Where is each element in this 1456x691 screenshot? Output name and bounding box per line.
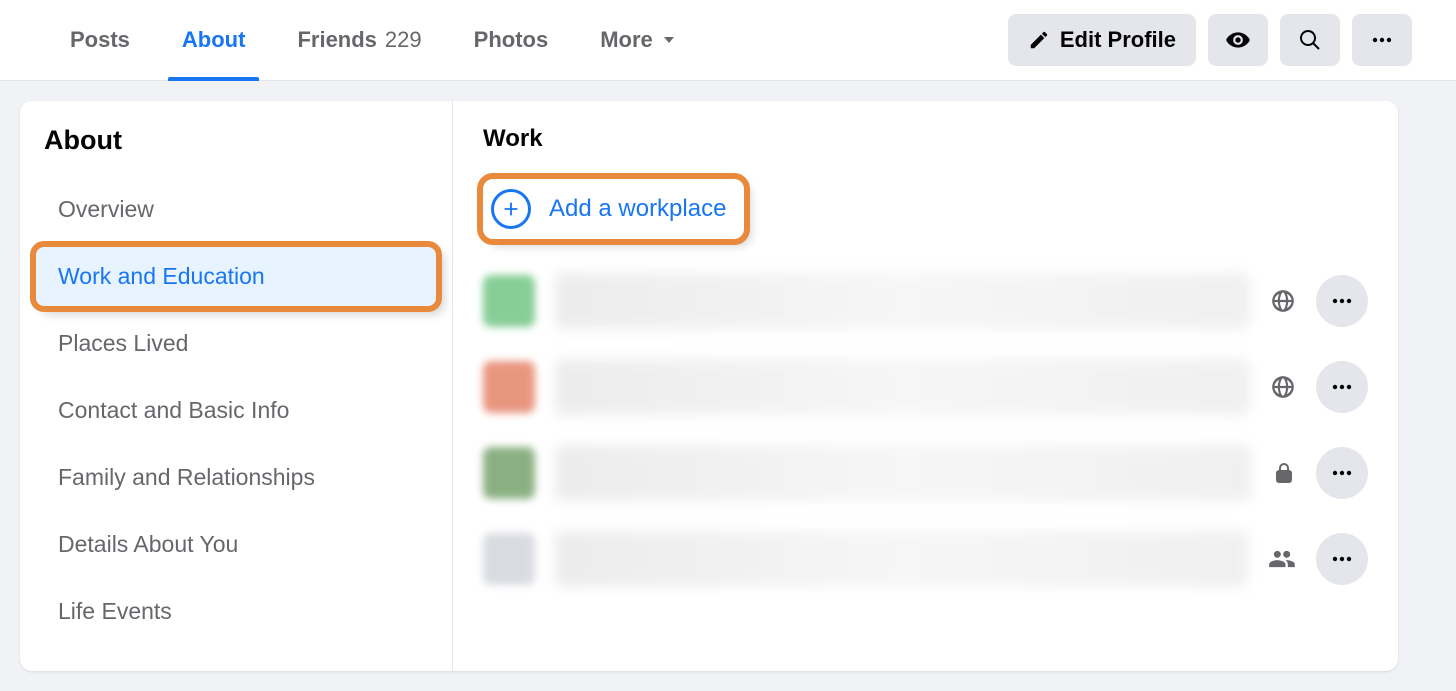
work-entry — [483, 531, 1368, 587]
entry-content-redacted — [555, 531, 1248, 587]
sidebar-item-overview[interactable]: Overview — [34, 178, 438, 241]
friends-privacy-icon[interactable] — [1268, 545, 1296, 573]
tab-photos-label: Photos — [474, 27, 549, 53]
public-privacy-icon[interactable] — [1270, 374, 1296, 400]
tab-more[interactable]: More — [574, 0, 703, 81]
edit-profile-button[interactable]: Edit Profile — [1008, 14, 1196, 66]
entry-avatar — [483, 447, 535, 499]
profile-tabbar: Posts About Friends 229 Photos More Edit… — [0, 0, 1456, 81]
entry-avatar — [483, 361, 535, 413]
entry-content-redacted — [555, 359, 1250, 415]
sidebar-item-contact-and-basic-info[interactable]: Contact and Basic Info — [34, 379, 438, 442]
search-button[interactable] — [1280, 14, 1340, 66]
tab-posts[interactable]: Posts — [44, 0, 156, 81]
dots-icon — [1370, 28, 1394, 52]
tab-photos[interactable]: Photos — [448, 0, 575, 81]
entry-options-button[interactable] — [1316, 361, 1368, 413]
about-card: About OverviewWork and EducationPlaces L… — [20, 101, 1398, 671]
entry-avatar — [483, 533, 535, 585]
work-entries — [483, 273, 1368, 587]
sidebar-item-places-lived[interactable]: Places Lived — [34, 312, 438, 375]
sidebar-item-life-events[interactable]: Life Events — [34, 580, 438, 643]
search-icon — [1298, 28, 1322, 52]
entry-avatar — [483, 275, 535, 327]
entry-content-redacted — [555, 273, 1250, 329]
public-privacy-icon[interactable] — [1270, 288, 1296, 314]
sidebar-item-family-and-relationships[interactable]: Family and Relationships — [34, 446, 438, 509]
work-entry — [483, 445, 1368, 501]
add-workplace-label: Add a workplace — [549, 195, 726, 223]
content-area: About OverviewWork and EducationPlaces L… — [0, 81, 1456, 691]
section-title: Work — [483, 125, 1368, 153]
tab-friends[interactable]: Friends 229 — [271, 0, 447, 81]
more-options-button[interactable] — [1352, 14, 1412, 66]
tab-friends-count: 229 — [385, 27, 422, 53]
edit-profile-label: Edit Profile — [1060, 27, 1176, 53]
sidebar-title: About — [20, 125, 452, 174]
tab-about-label: About — [182, 27, 246, 53]
tab-about[interactable]: About — [156, 0, 272, 81]
only-me-privacy-icon[interactable] — [1272, 461, 1296, 485]
tab-friends-label: Friends — [297, 27, 376, 53]
about-main: Work Add a workplace — [453, 101, 1398, 671]
sidebar-item-details-about-you[interactable]: Details About You — [34, 513, 438, 576]
tab-posts-label: Posts — [70, 27, 130, 53]
about-sidebar: About OverviewWork and EducationPlaces L… — [20, 101, 453, 671]
tabs-group: Posts About Friends 229 Photos More — [44, 0, 1008, 81]
plus-circle-icon — [491, 189, 531, 229]
pencil-icon — [1028, 29, 1050, 51]
entry-content-redacted — [555, 445, 1252, 501]
eye-icon — [1225, 27, 1251, 53]
entry-options-button[interactable] — [1316, 275, 1368, 327]
entry-options-button[interactable] — [1316, 533, 1368, 585]
work-entry — [483, 359, 1368, 415]
entry-options-button[interactable] — [1316, 447, 1368, 499]
caret-down-icon — [661, 32, 677, 48]
view-as-button[interactable] — [1208, 14, 1268, 66]
sidebar-item-work-and-education[interactable]: Work and Education — [34, 245, 438, 308]
add-workplace-button[interactable]: Add a workplace — [483, 179, 744, 239]
work-entry — [483, 273, 1368, 329]
tab-more-label: More — [600, 27, 653, 53]
actions-group: Edit Profile — [1008, 14, 1412, 66]
